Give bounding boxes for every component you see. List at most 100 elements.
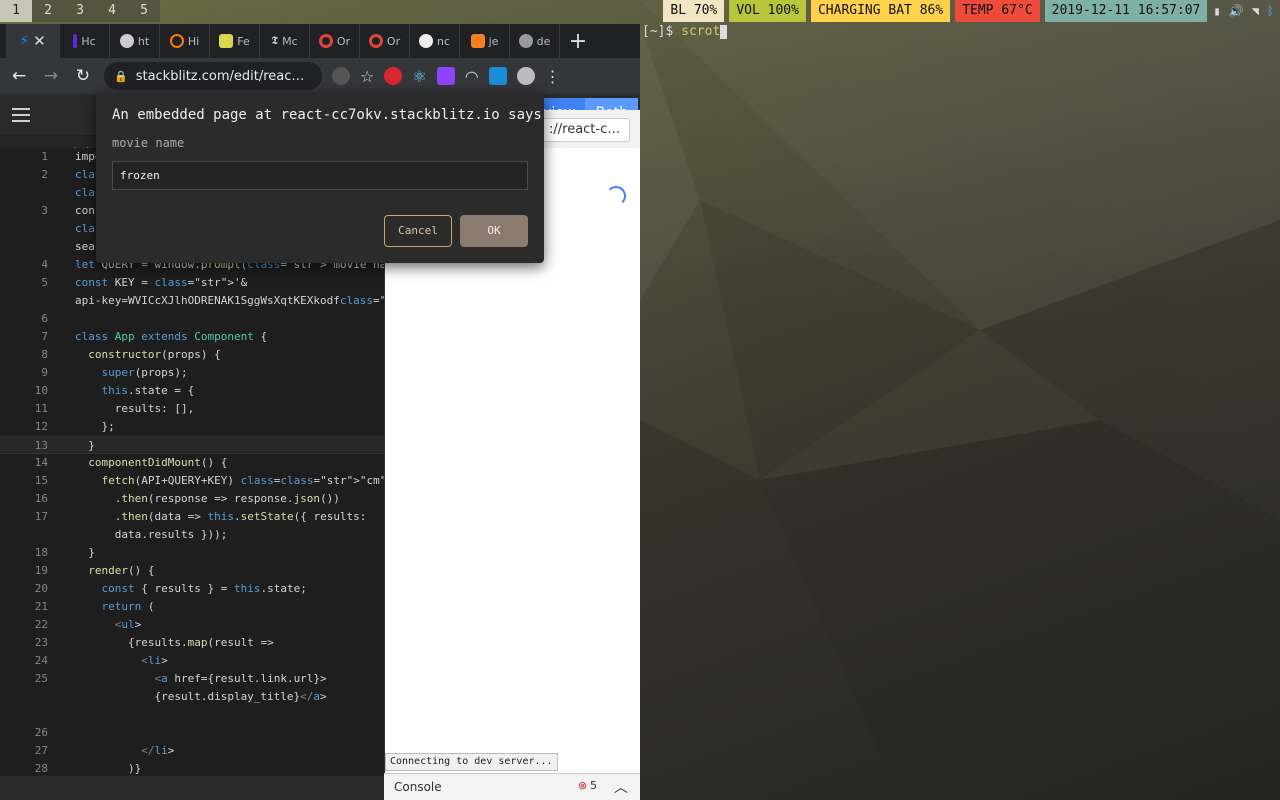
code-text: render() { xyxy=(88,564,155,577)
bluetooth-icon[interactable]: ᛒ xyxy=(1267,4,1274,18)
wifi-icon[interactable]: ◥ xyxy=(1252,4,1259,18)
tab-stackblitz[interactable]: ⚡ ✕ xyxy=(6,24,60,58)
clock-icon xyxy=(169,34,184,48)
omdb-icon xyxy=(318,34,333,48)
code-line[interactable]: 27 </li> xyxy=(0,742,384,760)
forward-button[interactable]: → xyxy=(40,66,62,86)
tab-nytimes[interactable]: 𝕿 Mc xyxy=(260,24,310,58)
react-devtools-icon[interactable]: ⚛ xyxy=(412,67,426,86)
line-number: 2 xyxy=(41,168,48,181)
line-number: 26 xyxy=(34,726,48,739)
bookmark-star-icon[interactable]: ☆ xyxy=(360,67,374,86)
code-text: .then(response => response.json()) xyxy=(75,492,340,505)
reload-button[interactable]: ↻ xyxy=(72,66,94,86)
profile-avatar[interactable] xyxy=(516,67,535,85)
tab-label: de xyxy=(536,34,551,48)
code-line[interactable]: 22 <ul> xyxy=(0,616,384,634)
console-label: Console xyxy=(394,780,442,794)
tab-omdb-1[interactable]: Or xyxy=(310,24,360,58)
code-line[interactable]: data.results })); xyxy=(0,526,384,544)
workspace-1[interactable]: 1 xyxy=(0,0,32,22)
line-number: 19 xyxy=(34,564,48,577)
tab-hackernoon[interactable]: Hc xyxy=(60,24,110,58)
code-line[interactable]: 21 return ( xyxy=(0,598,384,616)
code-line[interactable]: api-key=WVICcXJlhODRENAK1SggWsXqtKEXkodf… xyxy=(0,292,384,310)
code-text: fetch(API+QUERY+KEY) class=class="str">"… xyxy=(101,474,385,487)
menu-kebab-icon[interactable]: ⋮ xyxy=(545,67,561,86)
tab-clock[interactable]: Hi xyxy=(160,24,210,58)
code-line[interactable]: 6 xyxy=(0,310,384,328)
code-text: } xyxy=(75,546,95,559)
volume-icon[interactable]: 🔊 xyxy=(1229,4,1244,18)
code-line[interactable]: 9 super(props); xyxy=(0,364,384,382)
line-number: 7 xyxy=(41,330,48,343)
code-line[interactable]: 26 xyxy=(0,724,384,742)
s-extension-icon[interactable] xyxy=(488,67,507,85)
code-text: api-key=WVICcXJlhODRENAK1SggWsXqtKEXkodf… xyxy=(75,294,384,307)
close-tab-icon[interactable]: ✕ xyxy=(33,32,46,50)
terminal[interactable]: [~]$ scrot xyxy=(642,24,728,39)
code-line[interactable]: 11 results: [], xyxy=(0,400,384,418)
code-line[interactable]: 15 fetch(API+QUERY+KEY) class=class="str… xyxy=(0,472,384,490)
tab-strip: ⚡ ✕ Hc ht Hi Fe 𝕿 Mc Or Or nc je de + xyxy=(0,24,640,58)
line-number: 22 xyxy=(34,618,48,631)
kap-extension-icon[interactable] xyxy=(436,67,455,85)
tab-omdb-2[interactable]: Or xyxy=(360,24,410,58)
code-text: } xyxy=(75,439,95,452)
tab-stackoverflow[interactable]: je xyxy=(460,24,510,58)
code-text: <a href={result.link.url}> xyxy=(154,672,327,685)
new-tab-button[interactable]: + xyxy=(560,29,596,54)
line-number: 11 xyxy=(34,402,48,415)
back-button[interactable]: ← xyxy=(8,66,30,86)
code-line[interactable]: 23 {results.map(result => xyxy=(0,634,384,652)
workspace-5[interactable]: 5 xyxy=(128,0,160,22)
hamburger-menu-icon[interactable] xyxy=(12,107,30,122)
hackernoon-icon xyxy=(73,34,78,48)
code-line[interactable]: {result.display_title}</a> xyxy=(0,688,384,706)
tab-github[interactable]: nc xyxy=(410,24,460,58)
code-line[interactable]: 28 )} xyxy=(0,760,384,776)
code-line[interactable]: 7 class App extends Component { xyxy=(0,328,384,346)
terminal-command: scrot xyxy=(681,24,721,39)
loading-spinner-icon xyxy=(606,186,626,206)
code-line[interactable]: 20 const { results } = this.state; xyxy=(0,580,384,598)
battery-icon[interactable]: ▮ xyxy=(1213,4,1220,18)
tab-globe-1[interactable]: ht xyxy=(110,24,160,58)
code-line[interactable]: 10 this.state = { xyxy=(0,382,384,400)
code-line[interactable]: 19 render() { xyxy=(0,562,384,580)
code-line[interactable]: 18 } xyxy=(0,544,384,562)
workspace-4[interactable]: 4 xyxy=(96,0,128,22)
workspace-2[interactable]: 2 xyxy=(32,0,64,22)
extension-arc-icon[interactable]: ◠ xyxy=(465,67,479,86)
workspace-3[interactable]: 3 xyxy=(64,0,96,22)
code-line[interactable]: 14 componentDidMount() { xyxy=(0,454,384,472)
omdb-icon xyxy=(368,34,383,48)
code-line[interactable] xyxy=(0,706,384,724)
tab-globe-2[interactable]: de xyxy=(510,24,560,58)
code-line[interactable]: 8 constructor(props) { xyxy=(0,346,384,364)
code-line[interactable]: 12 }; xyxy=(0,418,384,436)
ublock-icon[interactable] xyxy=(384,67,403,85)
ok-button[interactable]: OK xyxy=(460,215,528,247)
cancel-button[interactable]: Cancel xyxy=(384,215,452,247)
code-line[interactable]: 25 <a href={result.link.url}> xyxy=(0,670,384,688)
console-bar[interactable]: Console ⊗ 5 ︿ xyxy=(384,773,640,800)
prompt-dialog: An embedded page at react-cc7okv.stackbl… xyxy=(96,93,544,263)
address-bar[interactable]: 🔒 stackblitz.com/edit/reac… xyxy=(104,62,322,90)
tab-fe[interactable]: Fe xyxy=(210,24,260,58)
chevron-up-icon[interactable]: ︿ xyxy=(614,777,628,797)
system-tray: ▮ 🔊 ◥ ᛒ xyxy=(1207,0,1280,22)
tab-label: Fe xyxy=(237,34,250,48)
tab-label: ht xyxy=(137,34,150,48)
code-line[interactable]: 17 .then(data => this.setState({ results… xyxy=(0,508,384,526)
dialog-message: movie name xyxy=(112,136,185,150)
code-line[interactable]: 5 const KEY = class="str">'& xyxy=(0,274,384,292)
line-number: 8 xyxy=(41,348,48,361)
blocked-popup-icon[interactable] xyxy=(332,67,350,85)
preview-url-field[interactable]: ://react-c… xyxy=(542,118,630,142)
code-line[interactable]: 24 <li> xyxy=(0,652,384,670)
code-line[interactable]: 13 } xyxy=(0,436,384,454)
code-line[interactable]: 16 .then(response => response.json()) xyxy=(0,490,384,508)
prompt-input[interactable]: frozen xyxy=(112,161,528,190)
error-count: 5 xyxy=(590,779,597,792)
